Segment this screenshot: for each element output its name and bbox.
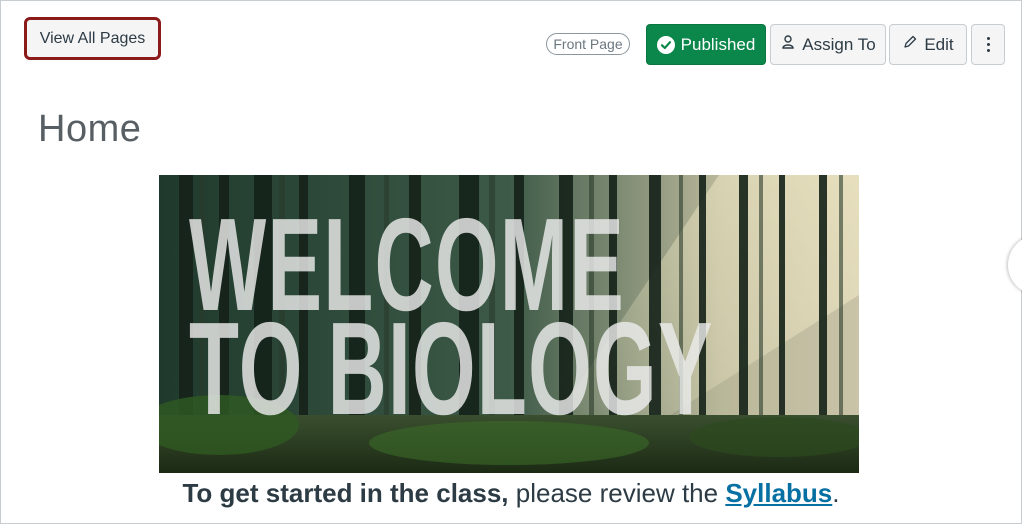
user-icon	[780, 34, 796, 55]
assign-to-label: Assign To	[802, 34, 876, 54]
kebab-icon	[986, 37, 990, 52]
edit-button[interactable]: Edit	[889, 24, 967, 65]
banner-heading: WELCOME TO BIOLOGY	[189, 199, 714, 442]
edit-label: Edit	[924, 34, 954, 54]
view-all-highlight: View All Pages	[24, 17, 161, 60]
intro-end-text: .	[832, 478, 840, 508]
intro-bold-text: To get started in the class,	[182, 478, 509, 508]
intro-middle-text: please review the	[508, 478, 726, 508]
front-page-badge: Front Page	[546, 33, 630, 55]
assign-to-button[interactable]: Assign To	[770, 24, 886, 65]
pencil-icon	[902, 34, 918, 55]
intro-text: To get started in the class, please revi…	[0, 478, 1022, 509]
view-all-pages-button[interactable]: View All Pages	[30, 23, 155, 54]
banner-line-2: TO BIOLOGY	[189, 295, 714, 442]
published-button[interactable]: Published	[646, 24, 766, 65]
page-title: Home	[38, 108, 142, 150]
syllabus-link[interactable]: Syllabus	[725, 478, 832, 508]
published-label: Published	[680, 34, 756, 54]
check-circle-icon	[656, 35, 675, 54]
more-options-button[interactable]	[971, 24, 1005, 65]
welcome-banner-image: WELCOME TO BIOLOGY	[159, 175, 859, 473]
